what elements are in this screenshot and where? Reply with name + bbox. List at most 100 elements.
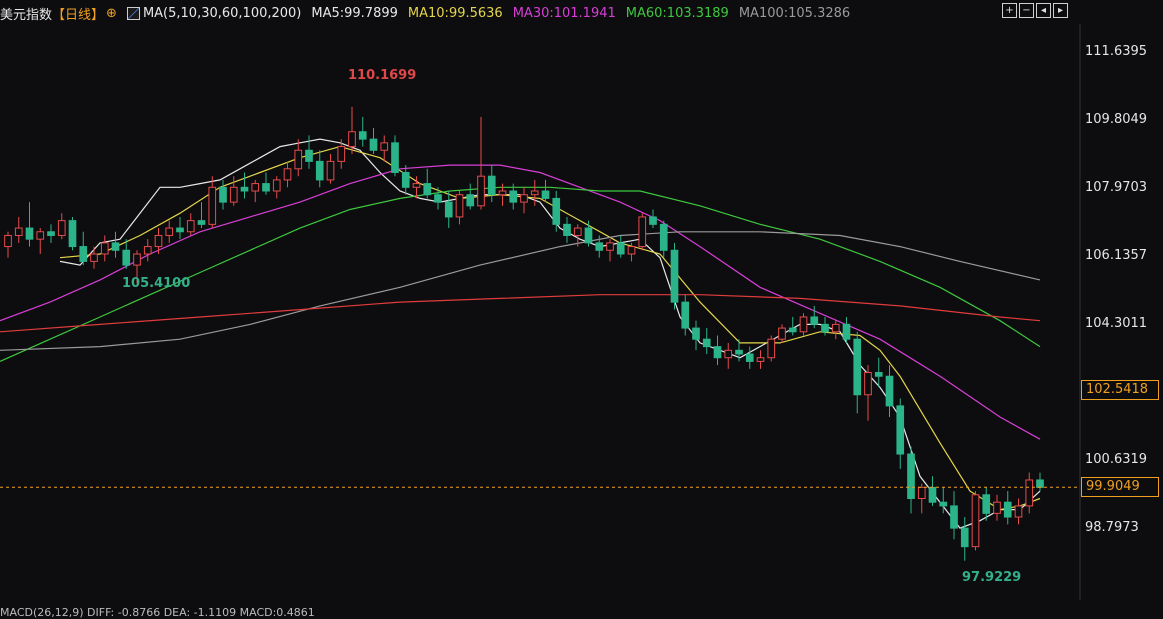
candle[interactable] <box>831 320 840 340</box>
candle[interactable] <box>799 313 808 336</box>
candle[interactable] <box>530 179 539 206</box>
candle[interactable] <box>1025 472 1034 514</box>
candle[interactable] <box>885 365 894 417</box>
candle[interactable] <box>251 179 260 203</box>
candle[interactable] <box>842 316 851 343</box>
candle-body <box>487 175 496 196</box>
zoom-in-icon[interactable]: + <box>1002 3 1017 18</box>
ma10-value: MA10:99.5636 <box>407 5 503 21</box>
candle[interactable] <box>466 183 475 210</box>
candle[interactable] <box>143 239 152 262</box>
candle[interactable] <box>778 324 786 343</box>
candle[interactable] <box>423 168 432 199</box>
add-icon[interactable]: ⊕ <box>106 6 117 21</box>
candle[interactable] <box>154 228 163 254</box>
candle[interactable] <box>197 202 206 229</box>
candle[interactable] <box>68 216 77 251</box>
candle[interactable] <box>294 139 303 177</box>
candle[interactable] <box>272 176 281 199</box>
candle[interactable] <box>606 239 614 262</box>
candle[interactable] <box>487 165 496 203</box>
candle[interactable] <box>638 213 647 251</box>
candle[interactable] <box>262 172 270 195</box>
candle[interactable] <box>702 328 711 355</box>
candle-body <box>466 194 475 207</box>
zoom-out-icon[interactable]: − <box>1019 3 1034 18</box>
candle[interactable] <box>326 153 335 184</box>
candle-body <box>616 242 625 255</box>
next-icon[interactable]: ▸ <box>1053 3 1068 18</box>
prev-icon[interactable]: ◂ <box>1036 3 1051 18</box>
candle[interactable] <box>219 179 227 210</box>
candle[interactable] <box>756 350 765 369</box>
candle[interactable] <box>100 235 109 262</box>
candle[interactable] <box>960 517 969 561</box>
candle[interactable] <box>122 239 131 269</box>
candle[interactable] <box>455 191 464 225</box>
candle[interactable] <box>14 216 23 243</box>
candle[interactable] <box>993 494 1001 521</box>
candle-body <box>724 349 733 359</box>
candle[interactable] <box>315 150 324 188</box>
candle-body <box>197 220 206 225</box>
candle[interactable] <box>165 220 174 243</box>
candle[interactable] <box>283 161 292 188</box>
candle[interactable] <box>681 294 690 336</box>
candle[interactable] <box>1036 472 1044 492</box>
candle[interactable] <box>616 235 625 258</box>
period-label[interactable]: 【日线】 <box>52 4 104 23</box>
candle[interactable] <box>724 342 733 369</box>
candle[interactable] <box>47 224 55 243</box>
candle[interactable] <box>25 202 34 247</box>
candle[interactable] <box>208 176 217 229</box>
candle[interactable] <box>358 116 367 147</box>
candle[interactable] <box>401 165 410 195</box>
candle[interactable] <box>477 116 485 210</box>
candle[interactable] <box>90 246 98 269</box>
candle-body <box>799 316 808 333</box>
candle[interactable] <box>111 231 120 258</box>
candle[interactable] <box>971 491 980 551</box>
candle[interactable] <box>444 191 453 229</box>
ma-spec[interactable]: MA(5,10,30,60,100,200) <box>143 6 301 21</box>
candle[interactable] <box>1003 491 1012 525</box>
candle[interactable] <box>767 335 776 362</box>
candle[interactable] <box>896 398 905 469</box>
candle[interactable] <box>240 172 249 199</box>
ma100-value: MA100:105.3286 <box>738 5 851 21</box>
candle[interactable] <box>864 365 872 421</box>
indicator-icon[interactable] <box>126 6 140 20</box>
candle[interactable] <box>369 128 378 154</box>
candle[interactable] <box>788 316 797 336</box>
candle-body <box>659 223 668 251</box>
candle[interactable] <box>670 242 679 310</box>
candle[interactable] <box>713 335 722 366</box>
candle[interactable] <box>176 216 184 240</box>
candle[interactable] <box>649 209 657 229</box>
candle[interactable] <box>348 106 356 154</box>
candle[interactable] <box>79 231 88 266</box>
candle[interactable] <box>563 216 571 243</box>
candle-body <box>681 301 690 329</box>
candlestick-chart[interactable] <box>0 0 1163 617</box>
candle[interactable] <box>928 476 937 506</box>
candle[interactable] <box>520 187 528 214</box>
candle[interactable] <box>853 331 862 414</box>
candle[interactable] <box>186 213 195 236</box>
candle[interactable] <box>541 179 550 203</box>
candle-body <box>133 253 141 266</box>
candle[interactable] <box>745 346 754 369</box>
candle[interactable] <box>917 483 926 514</box>
candle[interactable] <box>229 176 238 206</box>
candle[interactable] <box>57 213 66 240</box>
candle[interactable] <box>1014 498 1023 525</box>
candle[interactable] <box>950 491 958 540</box>
candle-body <box>154 234 163 248</box>
candle[interactable] <box>4 231 12 258</box>
candle[interactable] <box>391 135 399 177</box>
candle[interactable] <box>659 220 668 258</box>
candle[interactable] <box>692 320 700 351</box>
candle[interactable] <box>380 135 389 162</box>
candle[interactable] <box>36 228 45 254</box>
candle[interactable] <box>907 446 915 514</box>
